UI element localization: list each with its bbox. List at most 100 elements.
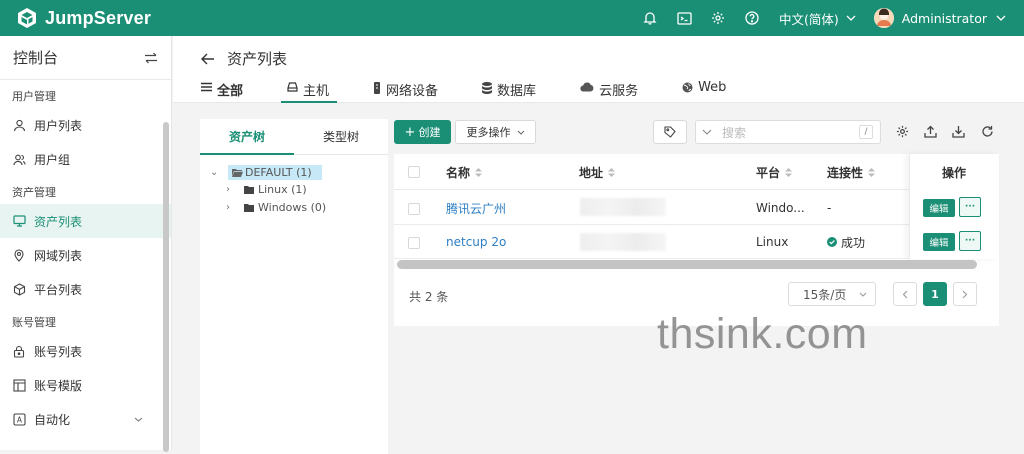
tab-web[interactable]: Web	[682, 80, 726, 103]
help-icon[interactable]	[743, 9, 761, 27]
download-icon[interactable]	[952, 125, 966, 139]
sidebar-item-label: 用户列表	[34, 118, 83, 133]
column-header-actions: 操作	[942, 154, 966, 190]
bell-icon[interactable]	[641, 9, 659, 27]
sidebar-item-account-template[interactable]: 账号模版	[0, 368, 171, 402]
sidebar-item-label: 用户组	[34, 152, 71, 167]
actions-column: 操作 编辑 ··· 编辑 ···	[909, 154, 999, 259]
sidebar-item-label: 账号模版	[34, 378, 83, 393]
chevron-down-icon	[859, 292, 867, 297]
tree-node-linux[interactable]: › Linux (1)	[226, 183, 307, 196]
sidebar-item-label: 资产列表	[34, 214, 83, 229]
create-label: 创建	[418, 126, 441, 139]
more-button[interactable]: ···	[959, 197, 981, 217]
prev-page-button[interactable]	[893, 282, 917, 306]
sidebar-item-domain-list[interactable]: 网域列表	[0, 238, 171, 272]
create-button[interactable]: + 创建	[394, 120, 451, 144]
page-size-select[interactable]: 15条/页	[788, 282, 876, 306]
row-checkbox[interactable]	[408, 203, 420, 215]
tab-cloud[interactable]: 云服务	[580, 80, 638, 103]
jumpserver-logo-icon	[18, 8, 36, 28]
user-menu[interactable]: Administrator	[873, 8, 1006, 28]
sidebar-item-label: 网域列表	[34, 248, 83, 263]
chevron-down-icon[interactable]	[702, 129, 712, 135]
tab-label: 主机	[303, 84, 330, 99]
sidebar-item-label: 自动化	[34, 412, 71, 427]
horizontal-scrollbar[interactable]	[397, 260, 977, 269]
tree-node-label: DEFAULT (1)	[245, 166, 312, 179]
search-input[interactable]: 搜索 /	[695, 120, 881, 144]
column-header-label: 操作	[942, 165, 967, 180]
refresh-icon[interactable]	[981, 125, 995, 139]
column-header-address[interactable]: 地址	[579, 154, 616, 190]
sidebar-header: 控制台	[0, 36, 171, 80]
sort-icon[interactable]	[785, 167, 793, 177]
tab-all[interactable]: 全部	[201, 80, 243, 103]
column-header-label: 名称	[446, 165, 471, 180]
column-header-platform[interactable]: 平台	[756, 154, 793, 190]
edit-button[interactable]: 编辑	[923, 199, 955, 217]
tab-asset-tree[interactable]: 资产树	[200, 119, 294, 155]
chevron-right-icon[interactable]: ›	[226, 184, 236, 195]
terminal-icon[interactable]	[675, 9, 693, 27]
logo[interactable]: JumpServer	[16, 7, 151, 29]
user-icon	[12, 118, 26, 132]
tag-icon	[664, 126, 676, 138]
settings-icon[interactable]	[896, 125, 910, 139]
sort-icon[interactable]	[608, 167, 616, 177]
asset-tree-panel: 资产树 类型树 ⌄ DEFAULT (1) › Linux (1) › Wind…	[200, 119, 388, 454]
switch-view-icon[interactable]	[144, 52, 158, 64]
more-actions-button[interactable]: 更多操作	[455, 120, 536, 144]
sidebar-group-users: 用户管理	[12, 90, 56, 103]
automation-icon: A	[12, 412, 26, 426]
upload-icon[interactable]	[924, 125, 938, 139]
location-icon	[12, 248, 26, 262]
sidebar-item-user-group[interactable]: 用户组	[0, 142, 171, 176]
sidebar-item-account-list[interactable]: 账号列表	[0, 334, 171, 368]
sidebar-scrollbar[interactable]	[163, 122, 169, 452]
tab-database[interactable]: 数据库	[482, 80, 536, 103]
page-header: 资产列表 全部 主机 网络设备 数据库 云服务 Web	[173, 36, 1024, 103]
more-button[interactable]: ···	[959, 231, 981, 251]
tab-type-tree[interactable]: 类型树	[294, 119, 388, 154]
sidebar-item-label: 账号列表	[34, 344, 83, 359]
sidebar-item-automation[interactable]: A 自动化	[0, 402, 171, 436]
language-selector[interactable]: 中文(简体)	[779, 9, 856, 28]
monitor-icon	[12, 214, 26, 228]
asset-name-link[interactable]: netcup 2o	[446, 225, 506, 259]
back-arrow-icon[interactable]	[201, 53, 215, 65]
select-all-checkbox[interactable]	[408, 166, 420, 178]
page-number-button[interactable]: 1	[923, 282, 947, 306]
column-header-connectivity[interactable]: 连接性	[827, 154, 876, 190]
tag-filter-button[interactable]	[653, 120, 687, 144]
tree-node-label-wrap: DEFAULT (1)	[228, 165, 322, 180]
sidebar-item-platform-list[interactable]: 平台列表	[0, 272, 171, 306]
sort-icon[interactable]	[475, 167, 483, 177]
chevron-right-icon[interactable]: ›	[226, 202, 236, 213]
folder-open-icon	[232, 168, 243, 177]
next-page-button[interactable]	[953, 282, 977, 306]
row-checkbox[interactable]	[408, 237, 420, 249]
search-shortcut-hint: /	[859, 125, 873, 139]
chevron-down-icon	[846, 15, 856, 21]
sidebar-item-user-list[interactable]: 用户列表	[0, 108, 171, 142]
edit-button[interactable]: 编辑	[923, 233, 955, 251]
device-icon	[373, 82, 381, 94]
address-redacted	[580, 198, 666, 216]
watermark: thsink.com	[657, 310, 868, 358]
chevron-down-icon[interactable]: ⌄	[210, 167, 220, 178]
tree-node-windows[interactable]: › Windows (0)	[226, 201, 326, 214]
chevron-down-icon	[996, 15, 1006, 21]
search-placeholder: 搜索	[722, 125, 747, 140]
column-header-name[interactable]: 名称	[446, 154, 483, 190]
gear-icon[interactable]	[709, 9, 727, 27]
globe-icon	[682, 82, 693, 93]
asset-name-link[interactable]: 腾讯云广州	[446, 191, 506, 225]
tree-node-default[interactable]: ⌄ DEFAULT (1)	[210, 165, 322, 180]
top-bar: JumpServer 中文(简体) Administrator	[0, 0, 1024, 36]
sidebar-item-asset-list[interactable]: 资产列表	[0, 204, 171, 238]
tab-network-device[interactable]: 网络设备	[373, 80, 438, 103]
tab-host[interactable]: 主机	[281, 80, 338, 103]
template-icon	[12, 378, 26, 392]
sort-icon[interactable]	[868, 167, 876, 177]
